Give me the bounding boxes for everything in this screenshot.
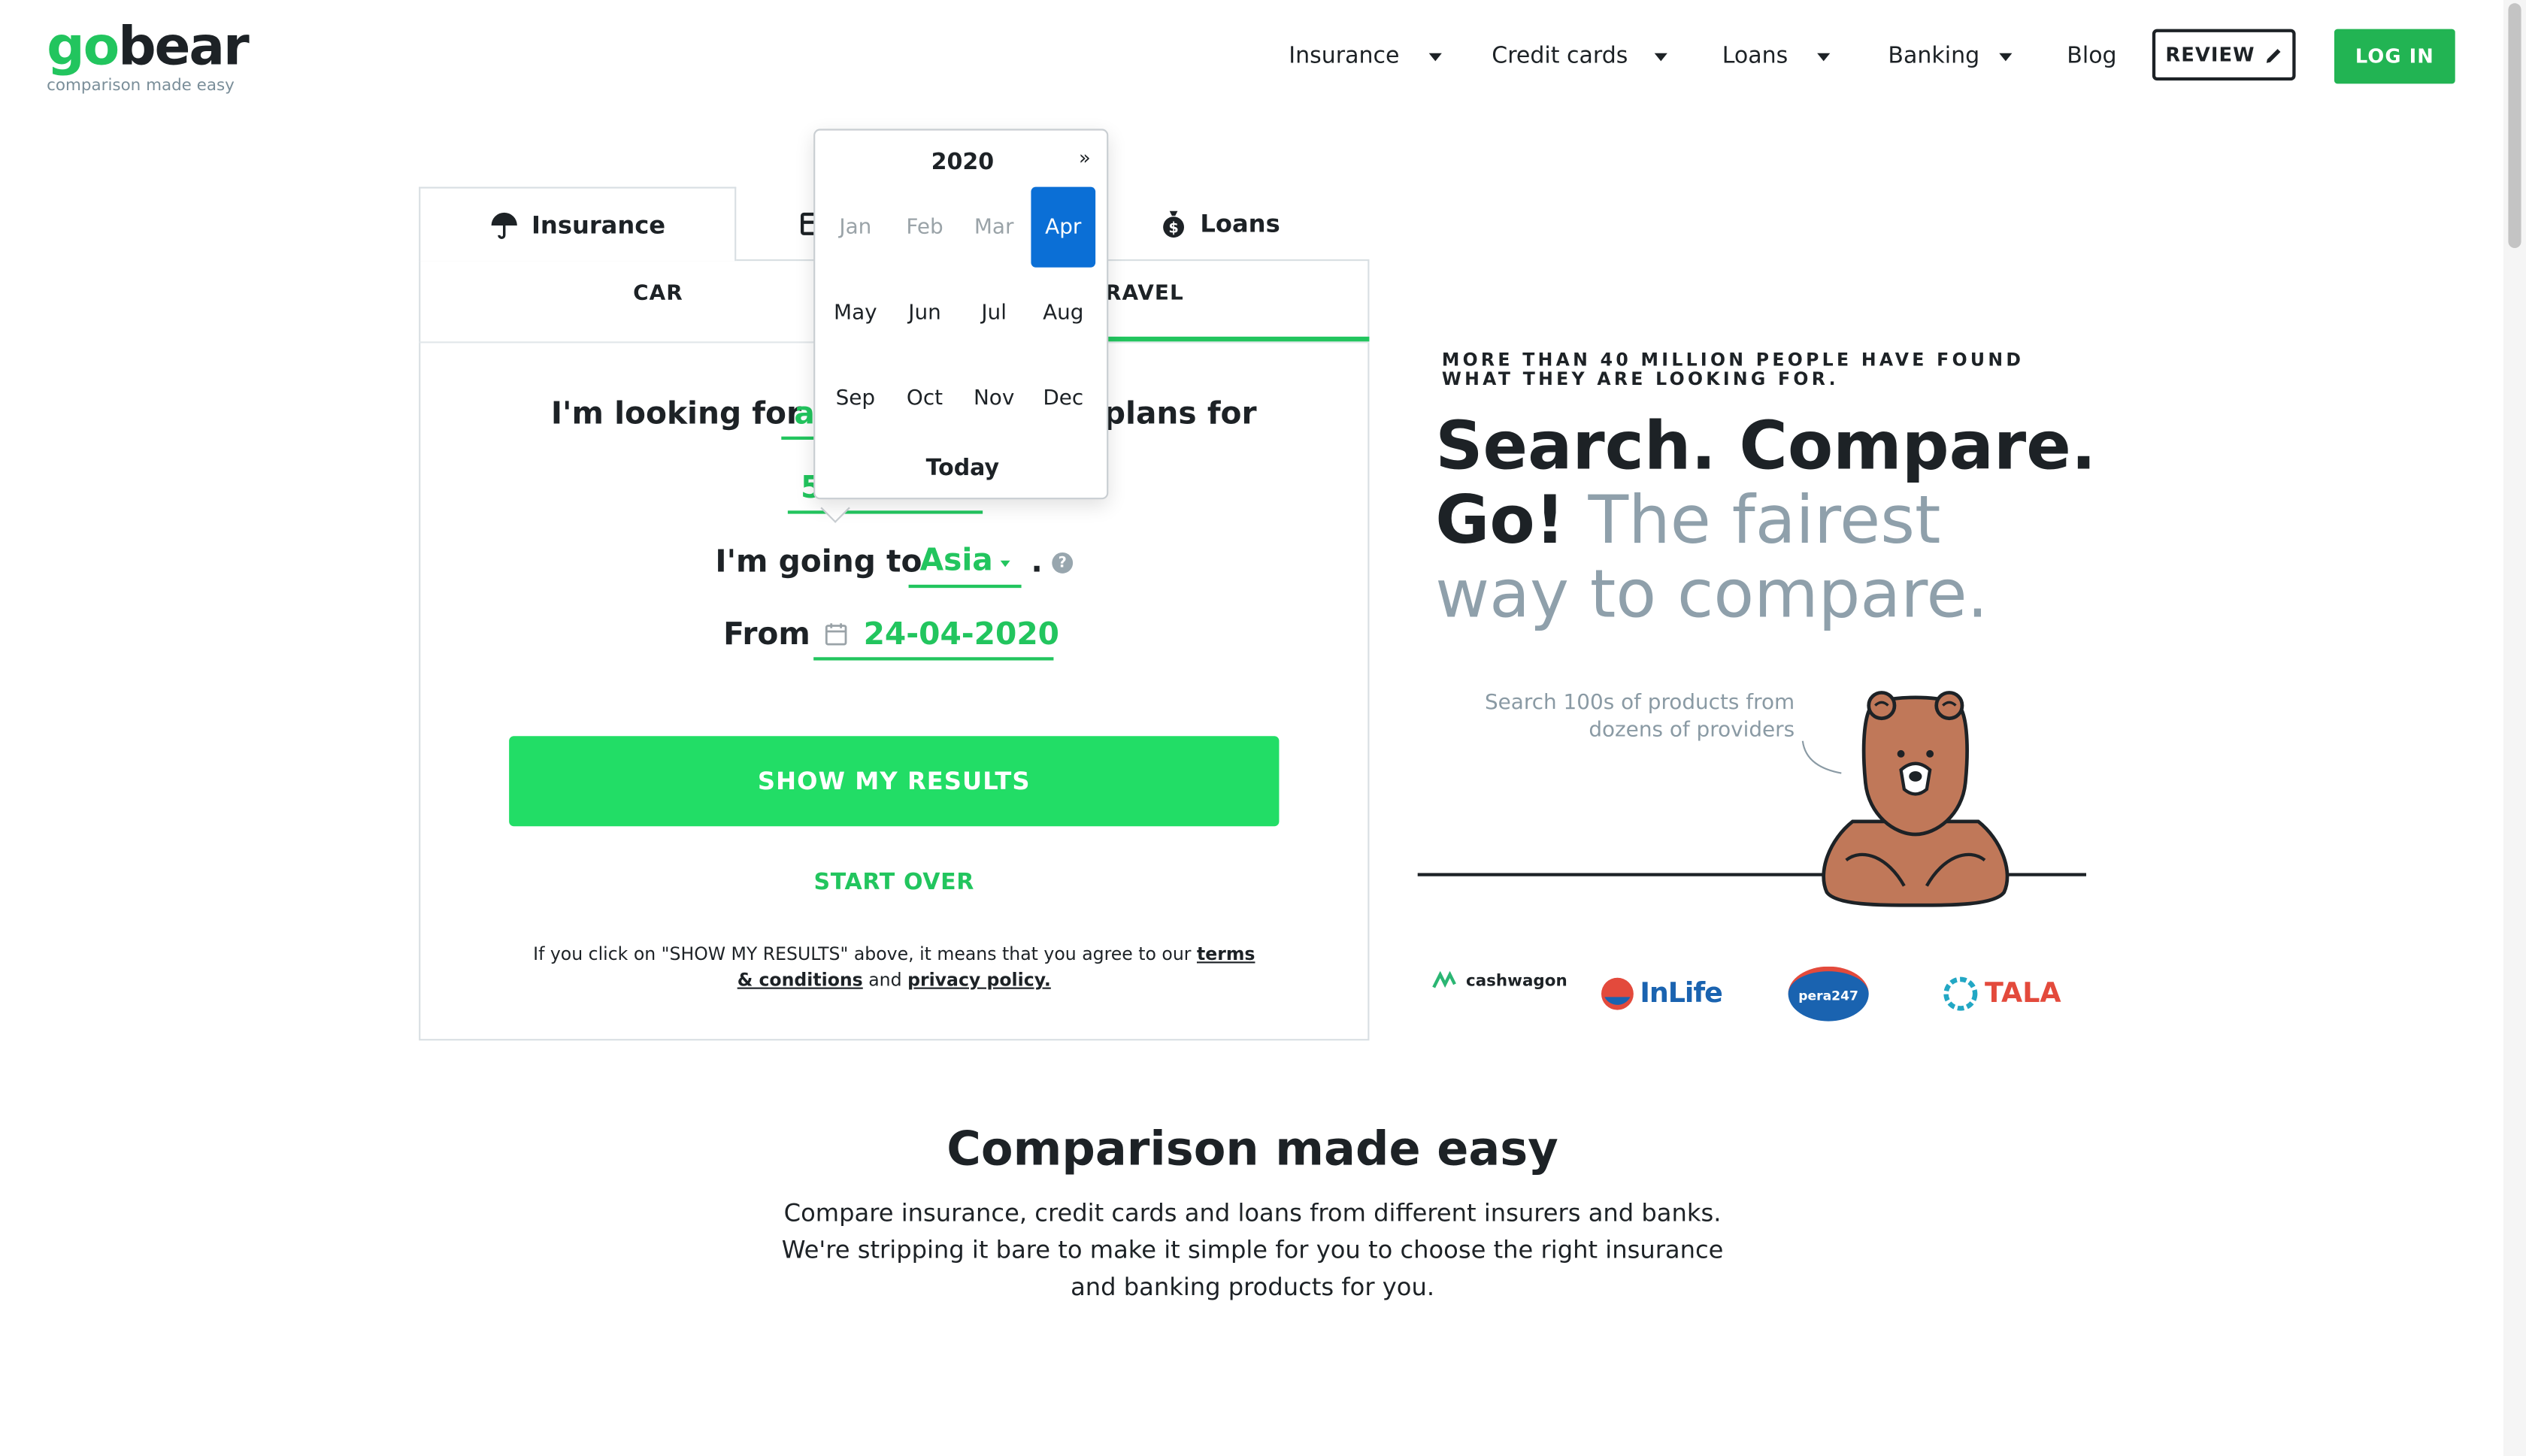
tab-insurance[interactable]: Insurance — [419, 186, 737, 262]
month-aug[interactable]: Aug — [1031, 272, 1095, 353]
from-label: From — [723, 616, 810, 652]
month-apr[interactable]: Apr — [1031, 186, 1096, 268]
start-date-input[interactable]: 24-04-2020 — [864, 617, 1059, 652]
disclaimer-and: and — [868, 970, 902, 991]
nav-credit-cards-label: Credit cards — [1492, 43, 1628, 70]
next-year-icon[interactable]: » — [1079, 147, 1091, 169]
caret-down-icon — [1653, 52, 1667, 61]
bear-mascot-icon — [1822, 691, 2010, 907]
pencil-icon — [2266, 48, 2281, 62]
partner-cashwagon-logo: cashwagon — [1432, 971, 1567, 991]
tagline-line-2: WHAT THEY ARE LOOKING FOR. — [1441, 368, 1839, 390]
help-icon[interactable]: ? — [1052, 552, 1074, 574]
tab-loans-label: Loans — [1200, 209, 1280, 239]
cashwagon-name: cashwagon — [1465, 972, 1567, 990]
svg-text:$: $ — [1168, 219, 1178, 237]
destination-select[interactable]: Asia — [920, 543, 1011, 578]
plans-for-text: plans for — [1103, 396, 1257, 432]
tagline-line-1: MORE THAN 40 MILLION PEOPLE HAVE FOUND — [1441, 350, 2025, 371]
month-nov[interactable]: Nov — [962, 358, 1026, 438]
umbrella-icon — [491, 211, 517, 238]
callout-line-2: dozens of providers — [1589, 718, 1795, 743]
nav-loans[interactable]: Loans — [1722, 43, 1831, 70]
destination-prefix: I'm going to — [715, 544, 922, 580]
logo-tagline: comparison made easy — [47, 77, 235, 95]
hero-grey-1: The fairest — [1588, 481, 1941, 559]
subtab-active-indicator — [1103, 336, 1370, 342]
calendar-year[interactable]: 2020 — [815, 150, 1110, 175]
nav-credit-cards[interactable]: Credit cards — [1492, 44, 1667, 69]
section-title: Comparison made easy — [946, 1121, 1558, 1176]
nav-insurance[interactable]: Insurance — [1289, 43, 1442, 70]
caret-down-icon — [1998, 52, 2013, 61]
plan-type-prefix: I'm looking for — [550, 396, 802, 432]
calendar-icon — [825, 623, 847, 646]
hero-tagline: MORE THAN 40 MILLION PEOPLE HAVE FOUND W… — [1441, 350, 2086, 390]
month-jun[interactable]: Jun — [892, 272, 957, 353]
month-jan: Jan — [839, 215, 872, 240]
subtab-car[interactable]: CAR — [633, 282, 683, 306]
destination-underline — [908, 584, 1022, 589]
start-over-link[interactable]: START OVER — [509, 870, 1279, 895]
inlife-name: InLife — [1640, 977, 1722, 1010]
caret-down-icon — [1001, 560, 1011, 568]
nav-loans-label: Loans — [1722, 43, 1788, 70]
hero-go: Go! — [1435, 481, 1565, 559]
hero-title: Search. Compare. Go! The fairest way to … — [1435, 409, 2112, 631]
month-grid: Jan Feb Mar Apr May Jun Jul Aug Sep Oct Nov Dec — [823, 186, 1102, 438]
inlife-mark-icon — [1601, 977, 1634, 1010]
login-button[interactable]: LOG IN — [2334, 29, 2455, 84]
subtab-travel[interactable]: RAVEL — [1105, 282, 1184, 306]
month-jul[interactable]: Jul — [962, 272, 1026, 353]
month-may[interactable]: May — [823, 272, 888, 353]
caret-down-icon — [1816, 52, 1831, 61]
month-mar: Mar — [974, 215, 1014, 240]
destination-value: Asia — [919, 543, 993, 579]
nav-insurance-label: Insurance — [1289, 43, 1400, 70]
partner-pera247-logo: pera247 — [1788, 966, 1869, 1022]
tab-insurance-label: Insurance — [531, 210, 666, 240]
nav-banking[interactable]: Banking — [1888, 43, 2013, 70]
partner-tala-logo: TALA — [1941, 974, 2061, 1013]
tab-loans[interactable]: $ Loans — [1160, 187, 1280, 262]
tala-name: TALA — [1985, 977, 2061, 1010]
month-oct[interactable]: Oct — [892, 358, 957, 438]
partner-inlife-logo: InLife — [1600, 976, 1723, 1012]
logo-go: go — [47, 14, 120, 77]
review-label: REVIEW — [2165, 43, 2255, 66]
tala-mark-icon — [1943, 976, 1978, 1011]
start-date-underline — [813, 657, 1054, 661]
month-picker: 2020 » Jan Feb Mar Apr May Jun Jul Aug Sep Oct Nov… — [813, 129, 1110, 500]
cashwagon-mark-icon — [1432, 971, 1456, 988]
nav-banking-label: Banking — [1888, 43, 1980, 70]
today-button[interactable]: Today — [815, 456, 1110, 481]
section-description: Compare insurance, credit cards and loan… — [781, 1198, 1724, 1302]
travellers-underline — [787, 510, 983, 514]
nav-blog[interactable]: Blog — [2067, 44, 2116, 69]
hero-line-1: Search. Compare. — [1435, 407, 2097, 485]
money-bag-icon: $ — [1163, 210, 1184, 238]
review-button[interactable]: REVIEW — [2152, 29, 2296, 81]
disclaimer: If you click on "SHOW MY RESULTS" above,… — [532, 943, 1256, 994]
hero-grey-2: way to compare. — [1435, 555, 1988, 634]
logo-bear: bear — [118, 14, 250, 77]
month-feb: Feb — [906, 215, 943, 240]
disclaimer-text: If you click on "SHOW MY RESULTS" above,… — [533, 943, 1192, 965]
pera247-name: pera247 — [1798, 988, 1858, 1003]
caret-down-icon — [1428, 52, 1442, 61]
destination-period: . — [1031, 544, 1043, 580]
show-results-button[interactable]: SHOW MY RESULTS — [509, 736, 1280, 827]
month-dec[interactable]: Dec — [1031, 358, 1095, 438]
hero-callout: Search 100s of products from dozens of p… — [1418, 689, 1795, 744]
scrollbar-thumb[interactable] — [2508, 3, 2521, 249]
privacy-link[interactable]: privacy policy. — [907, 970, 1051, 991]
month-sep[interactable]: Sep — [823, 358, 888, 438]
gobear-logo[interactable]: gobear comparison made easy — [47, 14, 250, 95]
nav-blog-label: Blog — [2067, 43, 2117, 70]
callout-line-1: Search 100s of products from — [1484, 691, 1795, 716]
plan-type-select[interactable]: a — [794, 396, 814, 431]
